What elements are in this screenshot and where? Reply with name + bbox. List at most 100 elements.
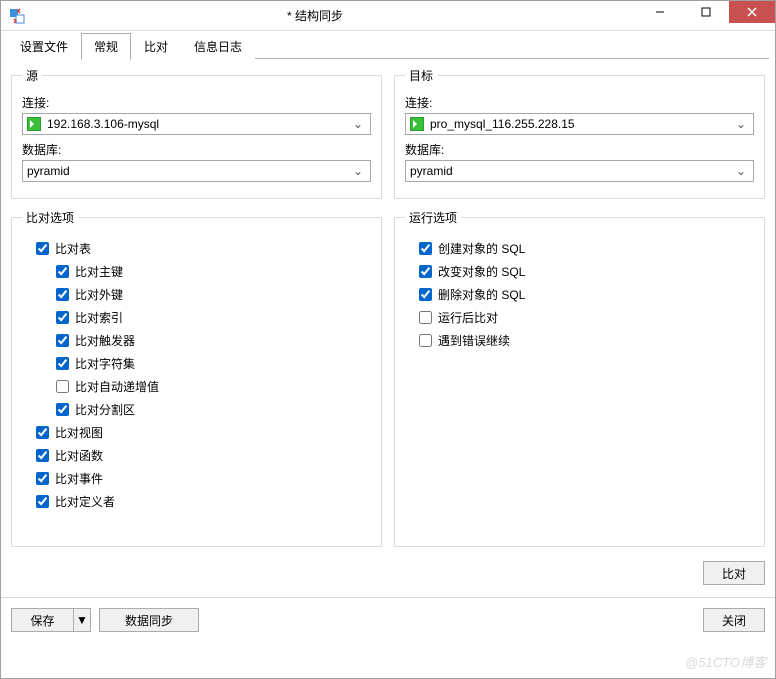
run-opt-2[interactable]: 删除对象的 SQL — [419, 286, 754, 303]
source-db-select[interactable]: pyramid ⌄ — [22, 160, 371, 182]
compare-button[interactable]: 比对 — [703, 561, 765, 585]
tab-2[interactable]: 比对 — [131, 33, 181, 59]
compare-opt-7[interactable]: 比对分割区 — [56, 401, 371, 418]
compare-options-legend: 比对选项 — [22, 209, 78, 226]
compare-button-label: 比对 — [722, 565, 746, 582]
target-conn-label: 连接: — [405, 94, 754, 111]
compare-opt-checkbox-6[interactable] — [56, 380, 69, 393]
compare-opt-label-7: 比对分割区 — [75, 401, 135, 418]
tab-3[interactable]: 信息日志 — [181, 33, 255, 59]
maximize-button[interactable] — [683, 1, 729, 23]
compare-opt-checkbox-3[interactable] — [56, 311, 69, 324]
compare-opt-3[interactable]: 比对索引 — [56, 309, 371, 326]
watermark: @51CTO博客 — [685, 652, 766, 671]
source-conn-value: 192.168.3.106-mysql — [47, 117, 350, 131]
compare-opt-9[interactable]: 比对函数 — [36, 447, 371, 464]
compare-opt-checkbox-10[interactable] — [36, 472, 49, 485]
target-db-value: pyramid — [410, 164, 733, 178]
chevron-down-icon: ⌄ — [733, 164, 749, 178]
compare-opt-checkbox-8[interactable] — [36, 426, 49, 439]
compare-opt-checkbox-11[interactable] — [36, 495, 49, 508]
close-dialog-button[interactable]: 关闭 — [703, 608, 765, 632]
title-bar: * 结构同步 — [1, 1, 775, 31]
chevron-down-icon: ⌄ — [350, 164, 366, 178]
tab-bar: 设置文件常规比对信息日志 — [1, 31, 775, 59]
compare-opt-checkbox-1[interactable] — [56, 265, 69, 278]
source-fieldset: 源 连接: 192.168.3.106-mysql ⌄ 数据库: pyramid… — [11, 67, 382, 199]
run-opt-3[interactable]: 运行后比对 — [419, 309, 754, 326]
compare-opt-label-1: 比对主键 — [75, 263, 123, 280]
compare-opt-checkbox-2[interactable] — [56, 288, 69, 301]
compare-opt-label-4: 比对触发器 — [75, 332, 135, 349]
run-opt-label-3: 运行后比对 — [438, 309, 498, 326]
datasync-button[interactable]: 数据同步 — [99, 608, 199, 632]
target-conn-value: pro_mysql_116.255.228.15 — [430, 117, 733, 131]
compare-opt-2[interactable]: 比对外键 — [56, 286, 371, 303]
run-opt-checkbox-1[interactable] — [419, 265, 432, 278]
compare-opt-label-5: 比对字符集 — [75, 355, 135, 372]
run-opt-label-1: 改变对象的 SQL — [438, 263, 525, 280]
compare-opt-checkbox-5[interactable] — [56, 357, 69, 370]
save-button[interactable]: 保存 — [11, 608, 73, 632]
save-split-button[interactable]: 保存 ▼ — [11, 608, 91, 632]
compare-opt-11[interactable]: 比对定义者 — [36, 493, 371, 510]
run-opt-checkbox-4[interactable] — [419, 334, 432, 347]
compare-opt-checkbox-0[interactable] — [36, 242, 49, 255]
source-db-value: pyramid — [27, 164, 350, 178]
dialog-footer: 保存 ▼ 数据同步 关闭 — [1, 597, 775, 642]
target-legend: 目标 — [405, 67, 437, 84]
triangle-down-icon: ▼ — [76, 613, 88, 627]
db-icon — [27, 117, 41, 131]
compare-opt-6[interactable]: 比对自动递增值 — [56, 378, 371, 395]
compare-options-fieldset: 比对选项 比对表比对主键比对外键比对索引比对触发器比对字符集比对自动递增值比对分… — [11, 209, 382, 547]
compare-opt-checkbox-4[interactable] — [56, 334, 69, 347]
compare-opt-10[interactable]: 比对事件 — [36, 470, 371, 487]
run-opt-label-4: 遇到错误继续 — [438, 332, 510, 349]
compare-opt-label-9: 比对函数 — [55, 447, 103, 464]
close-button[interactable] — [729, 1, 775, 23]
db-icon — [410, 117, 424, 131]
compare-opt-label-2: 比对外键 — [75, 286, 123, 303]
close-dialog-button-label: 关闭 — [722, 612, 746, 629]
target-db-select[interactable]: pyramid ⌄ — [405, 160, 754, 182]
run-options-legend: 运行选项 — [405, 209, 461, 226]
target-db-label: 数据库: — [405, 141, 754, 158]
compare-opt-1[interactable]: 比对主键 — [56, 263, 371, 280]
compare-opt-label-11: 比对定义者 — [55, 493, 115, 510]
target-fieldset: 目标 连接: pro_mysql_116.255.228.15 ⌄ 数据库: p… — [394, 67, 765, 199]
run-opt-0[interactable]: 创建对象的 SQL — [419, 240, 754, 257]
run-opt-checkbox-3[interactable] — [419, 311, 432, 324]
tab-1[interactable]: 常规 — [81, 33, 131, 60]
compare-opt-8[interactable]: 比对视图 — [36, 424, 371, 441]
run-opt-1[interactable]: 改变对象的 SQL — [419, 263, 754, 280]
compare-opt-label-8: 比对视图 — [55, 424, 103, 441]
run-opt-4[interactable]: 遇到错误继续 — [419, 332, 754, 349]
run-opt-checkbox-2[interactable] — [419, 288, 432, 301]
source-legend: 源 — [22, 67, 42, 84]
app-icon — [9, 8, 25, 24]
compare-opt-checkbox-7[interactable] — [56, 403, 69, 416]
compare-opt-label-3: 比对索引 — [75, 309, 123, 326]
run-opt-label-0: 创建对象的 SQL — [438, 240, 525, 257]
chevron-down-icon: ⌄ — [350, 117, 366, 131]
save-dropdown-button[interactable]: ▼ — [73, 608, 91, 632]
chevron-down-icon: ⌄ — [733, 117, 749, 131]
source-conn-select[interactable]: 192.168.3.106-mysql ⌄ — [22, 113, 371, 135]
save-button-label: 保存 — [30, 612, 54, 629]
compare-opt-0[interactable]: 比对表 — [36, 240, 371, 257]
run-opt-label-2: 删除对象的 SQL — [438, 286, 525, 303]
run-options-fieldset: 运行选项 创建对象的 SQL 改变对象的 SQL 删除对象的 SQL 运行后比对遇到错… — [394, 209, 765, 547]
minimize-button[interactable] — [637, 1, 683, 23]
compare-opt-4[interactable]: 比对触发器 — [56, 332, 371, 349]
compare-opt-label-0: 比对表 — [55, 240, 91, 257]
tab-0[interactable]: 设置文件 — [7, 33, 81, 59]
compare-opt-5[interactable]: 比对字符集 — [56, 355, 371, 372]
compare-opt-label-10: 比对事件 — [55, 470, 103, 487]
run-opt-checkbox-0[interactable] — [419, 242, 432, 255]
source-conn-label: 连接: — [22, 94, 371, 111]
window-title: * 结构同步 — [33, 7, 637, 24]
datasync-button-label: 数据同步 — [125, 612, 173, 629]
compare-opt-checkbox-9[interactable] — [36, 449, 49, 462]
source-db-label: 数据库: — [22, 141, 371, 158]
target-conn-select[interactable]: pro_mysql_116.255.228.15 ⌄ — [405, 113, 754, 135]
